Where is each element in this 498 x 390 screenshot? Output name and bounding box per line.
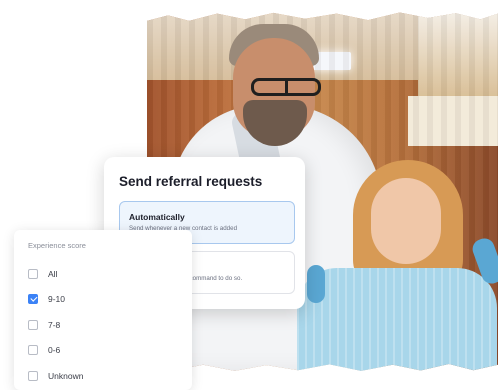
photo-patient-bib-texture xyxy=(297,268,497,371)
filter-option-label: 7-8 xyxy=(48,319,61,330)
filter-option-0-6[interactable]: 0-6 xyxy=(28,338,192,364)
checkbox[interactable] xyxy=(28,319,38,330)
checkbox[interactable] xyxy=(28,370,38,381)
checkbox[interactable] xyxy=(28,345,38,356)
filter-option-9-10[interactable]: 9-10 xyxy=(28,287,192,313)
photo-glove xyxy=(307,265,325,303)
checkbox[interactable] xyxy=(28,268,38,279)
checkbox-checked[interactable] xyxy=(28,294,38,305)
card-title: Send referral requests xyxy=(119,174,263,189)
filter-option-7-8[interactable]: 7-8 xyxy=(28,312,192,338)
filter-title: Experience score xyxy=(28,241,86,250)
filter-option-all[interactable]: All xyxy=(28,261,192,287)
filter-option-label: 9-10 xyxy=(48,294,66,305)
photo-dentist-glasses xyxy=(251,78,321,96)
filter-option-label: Unknown xyxy=(48,370,84,381)
filter-option-label: 0-6 xyxy=(48,345,61,356)
photo-patient-face xyxy=(371,178,441,264)
option-title: Automatically xyxy=(129,212,185,222)
experience-score-filter: Experience score All 9-10 7-8 0-6 Unknow… xyxy=(14,230,192,390)
filter-option-label: All xyxy=(48,268,58,279)
